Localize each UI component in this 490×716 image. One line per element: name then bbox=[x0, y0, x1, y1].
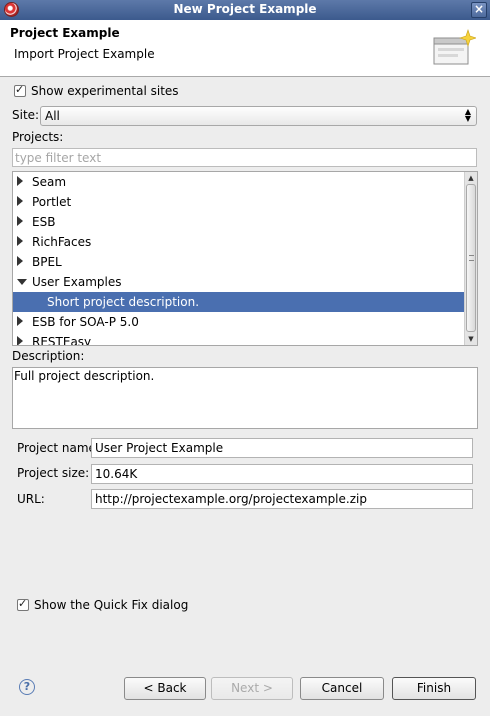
tree-item-label: Portlet bbox=[32, 195, 72, 209]
description-label: Description: bbox=[12, 349, 85, 363]
wizard-window-icon bbox=[433, 29, 476, 65]
title-bar: New Project Example × bbox=[0, 0, 490, 20]
tree-item-user-examples[interactable]: User Examples bbox=[13, 272, 464, 292]
scrollbar-thumb[interactable] bbox=[466, 184, 476, 332]
next-button[interactable]: Next > bbox=[211, 677, 293, 700]
tree-item-short-project[interactable]: Short project description. bbox=[13, 292, 464, 312]
quick-fix-checkbox[interactable] bbox=[17, 597, 29, 611]
tree-scrollbar[interactable]: ▲ ▼ bbox=[464, 172, 477, 345]
tree-item-label: RichFaces bbox=[32, 235, 92, 249]
filter-input[interactable] bbox=[13, 149, 476, 166]
project-size-field[interactable] bbox=[91, 464, 473, 484]
tree-item-label: BPEL bbox=[32, 255, 62, 269]
banner-subtitle: Import Project Example bbox=[14, 47, 155, 61]
tree-item-label: RESTEasy bbox=[32, 335, 92, 346]
expand-arrow-icon[interactable] bbox=[17, 176, 23, 186]
project-size-label: Project size: bbox=[17, 466, 90, 480]
combo-arrows-icon: ▲ ▼ bbox=[464, 107, 471, 123]
scroll-down-icon[interactable]: ▼ bbox=[465, 333, 477, 345]
url-input[interactable] bbox=[92, 490, 472, 508]
filter-field[interactable] bbox=[12, 148, 477, 167]
quick-fix-label: Show the Quick Fix dialog bbox=[34, 598, 189, 612]
help-icon[interactable]: ? bbox=[19, 679, 35, 695]
scroll-up-icon[interactable]: ▲ bbox=[465, 172, 477, 184]
grip-icon bbox=[469, 255, 474, 261]
projects-tree[interactable]: Seam Portlet ESB RichFaces BPEL User Exa… bbox=[12, 171, 478, 346]
expand-arrow-icon[interactable] bbox=[17, 196, 23, 206]
tree-item-label: ESB bbox=[32, 215, 56, 229]
url-field[interactable] bbox=[91, 489, 473, 509]
projects-label: Projects: bbox=[12, 130, 64, 144]
tree-item-label: User Examples bbox=[32, 275, 122, 289]
description-text[interactable]: Full project description. bbox=[12, 367, 478, 429]
site-combo[interactable]: All ▲ ▼ bbox=[40, 106, 477, 126]
expand-arrow-icon[interactable] bbox=[17, 316, 23, 326]
show-experimental-checkbox[interactable] bbox=[14, 83, 26, 97]
expand-arrow-icon[interactable] bbox=[17, 256, 23, 266]
tree-item-portlet[interactable]: Portlet bbox=[13, 192, 464, 212]
project-size-input[interactable] bbox=[92, 465, 472, 483]
site-label: Site: bbox=[12, 108, 40, 122]
wizard-banner: Project Example Import Project Example bbox=[0, 20, 490, 77]
tree-item-label: Seam bbox=[32, 175, 67, 189]
site-combo-value: All bbox=[45, 109, 60, 123]
close-icon[interactable]: × bbox=[471, 2, 487, 18]
project-name-input[interactable] bbox=[92, 439, 472, 457]
project-name-label: Project name: bbox=[17, 441, 100, 455]
banner-title: Project Example bbox=[10, 26, 120, 40]
tree-item-richfaces[interactable]: RichFaces bbox=[13, 232, 464, 252]
tree-item-esb-soa-p[interactable]: ESB for SOA-P 5.0 bbox=[13, 312, 464, 332]
expand-arrow-icon[interactable] bbox=[17, 336, 23, 345]
tree-item-label: Short project description. bbox=[47, 295, 200, 309]
show-experimental-label: Show experimental sites bbox=[31, 84, 179, 98]
finish-button[interactable]: Finish bbox=[392, 677, 476, 700]
tree-item-label: ESB for SOA-P 5.0 bbox=[32, 315, 139, 329]
expand-arrow-icon[interactable] bbox=[17, 236, 23, 246]
back-button[interactable]: < Back bbox=[124, 677, 206, 700]
cancel-button[interactable]: Cancel bbox=[300, 677, 384, 700]
window-title: New Project Example bbox=[173, 2, 317, 16]
tree-item-seam[interactable]: Seam bbox=[13, 172, 464, 192]
expand-arrow-icon[interactable] bbox=[17, 216, 23, 226]
tree-item-esb[interactable]: ESB bbox=[13, 212, 464, 232]
collapse-arrow-icon[interactable] bbox=[17, 279, 27, 285]
tree-item-bpel[interactable]: BPEL bbox=[13, 252, 464, 272]
url-label: URL: bbox=[17, 492, 45, 506]
project-name-field[interactable] bbox=[91, 438, 473, 458]
tree-item-resteasy[interactable]: RESTEasy bbox=[13, 332, 464, 346]
